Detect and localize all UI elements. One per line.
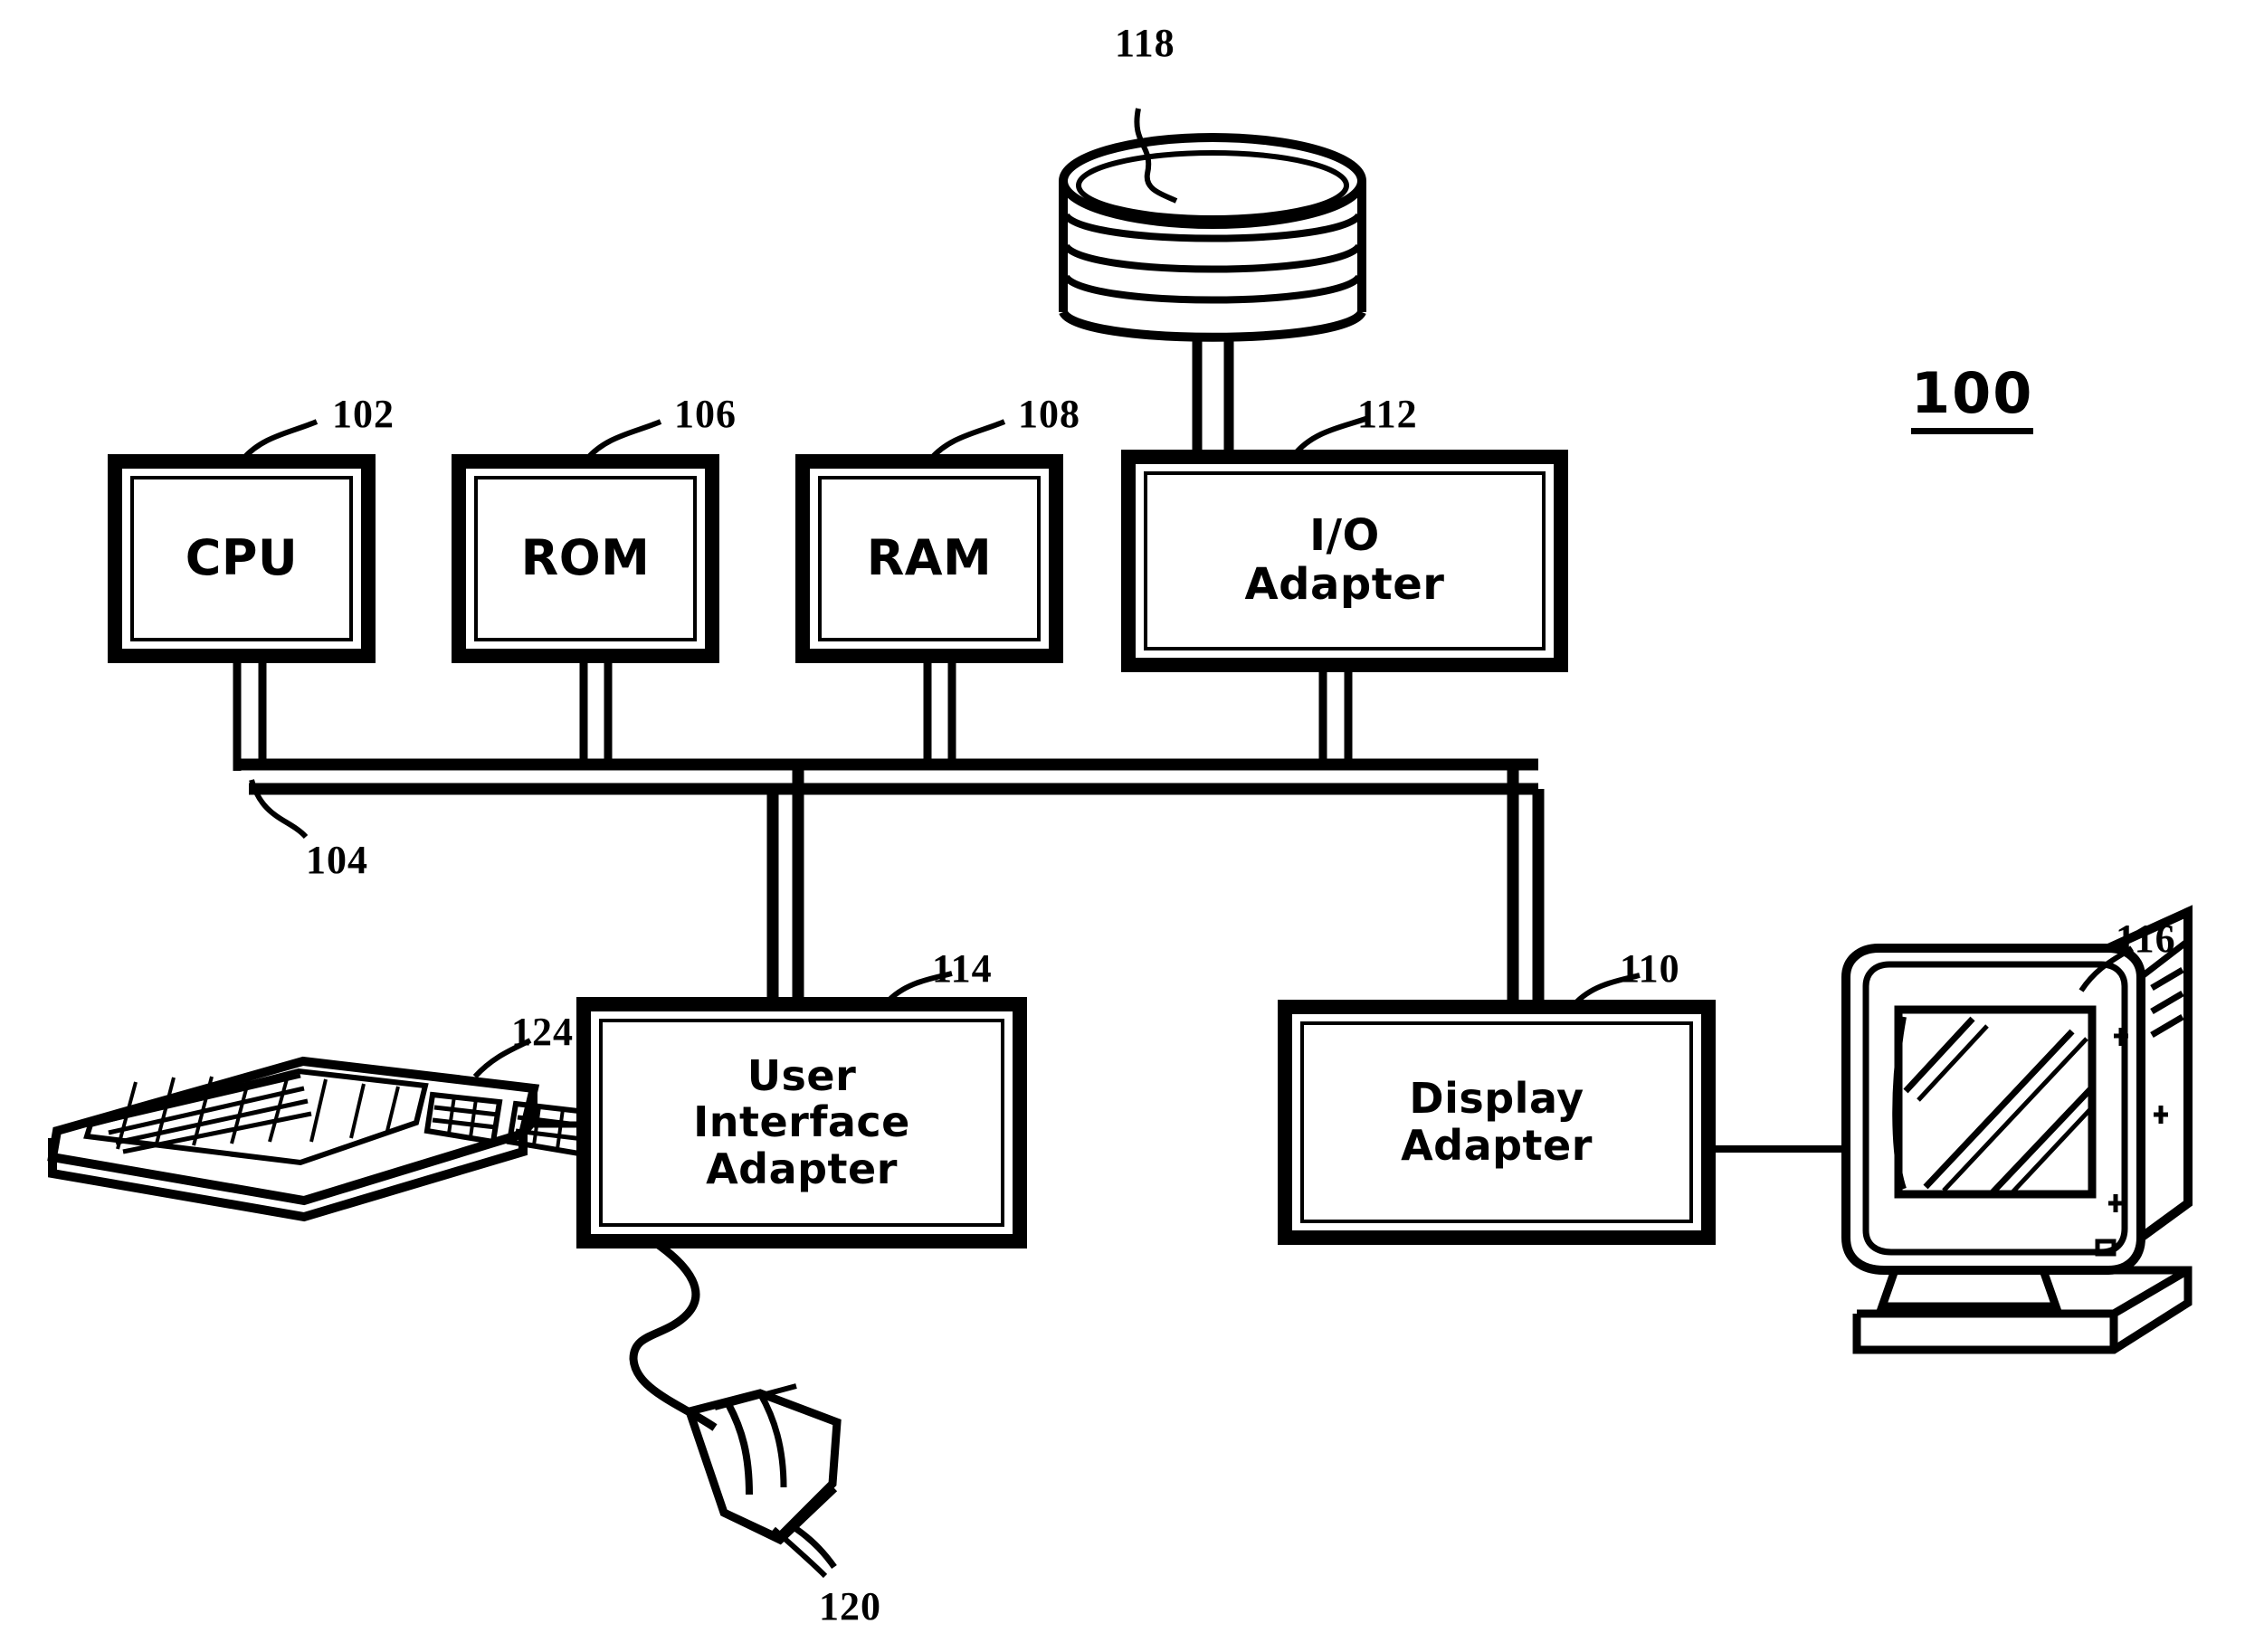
block-label-io-adapter[interactable]: I/O Adapter	[1128, 457, 1561, 665]
block-label-display-adapter[interactable]: Display Adapter	[1285, 1007, 1708, 1238]
reference-numeral-108: 108	[1018, 392, 1080, 436]
reference-numeral-120: 120	[819, 1584, 881, 1628]
figure-number: 100	[1911, 360, 2034, 434]
crt-monitor-116	[1708, 905, 2193, 1354]
reference-numeral-114: 114	[932, 946, 993, 991]
block-label-line: Adapter	[1401, 1120, 1593, 1170]
reference-numeral-110: 110	[1620, 946, 1680, 991]
block-label-line: RAM	[866, 529, 993, 587]
block-label-line: Adapter	[1244, 559, 1445, 610]
mouse-120	[629, 1238, 842, 1570]
reference-numeral-112: 112	[1357, 392, 1418, 436]
block-label-line: Interface	[693, 1097, 910, 1147]
block-label-line: User	[747, 1050, 857, 1100]
reference-numeral-102: 102	[332, 392, 395, 436]
block-label-line: ROM	[520, 529, 651, 587]
disk-drive-stack-118	[1059, 108, 1366, 342]
block-label-rom[interactable]: ROM	[459, 461, 712, 656]
block-label-line: Adapter	[706, 1144, 898, 1193]
system-bus-104	[233, 656, 1545, 1007]
disk-to-io-connector	[1192, 335, 1234, 457]
block-label-cpu[interactable]: CPU	[115, 461, 368, 656]
reference-numeral-116: 116	[2116, 916, 2176, 961]
block-label-ram[interactable]: RAM	[803, 461, 1056, 656]
reference-numeral-106: 106	[674, 392, 737, 436]
block-label-line: Display	[1409, 1073, 1584, 1123]
block-label-line: CPU	[185, 529, 299, 587]
reference-numeral-118: 118	[1115, 21, 1175, 65]
diagram-artwork	[47, 108, 2193, 1579]
reference-numeral-124: 124	[511, 1010, 574, 1054]
reference-numeral-104: 104	[306, 838, 368, 882]
figure-canvas: CPU ROM RAM I/O Adapter User Interface A…	[0, 0, 2264, 1652]
keyboard-124	[47, 1056, 590, 1222]
block-label-line: I/O	[1309, 510, 1380, 562]
block-label-ui-adapter[interactable]: User Interface Adapter	[584, 1004, 1020, 1241]
